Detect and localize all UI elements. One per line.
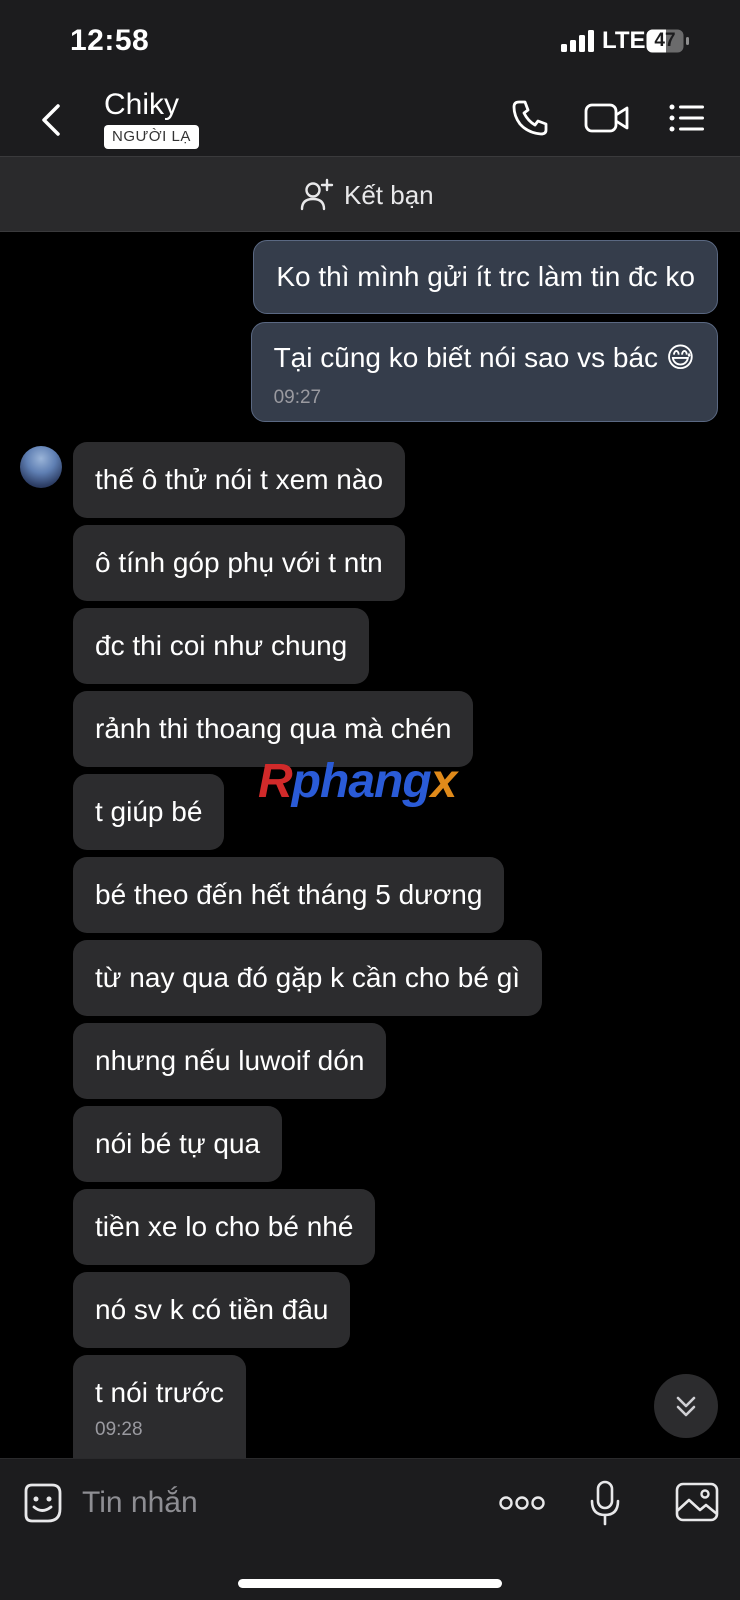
message-text: t giúp bé xyxy=(95,796,203,827)
incoming-message[interactable]: nó sv k có tiền đâu xyxy=(73,1272,351,1348)
chevron-left-icon[interactable] xyxy=(36,100,66,140)
scroll-to-bottom-button[interactable] xyxy=(654,1374,718,1438)
add-friend-bar[interactable]: Kết bạn xyxy=(0,156,740,232)
stranger-badge: NGƯỜI LẠ xyxy=(104,125,199,149)
message-text: đc thi coi như chung xyxy=(95,630,348,661)
message-input-bar: Tin nhắn xyxy=(0,1458,740,1600)
message-text: Ko thì mình gửi ít trc làm tin đc ko xyxy=(276,261,695,292)
message-input[interactable]: Tin nhắn xyxy=(82,1486,198,1520)
incoming-message[interactable]: nói bé tự qua xyxy=(73,1106,283,1182)
incoming-message[interactable]: ô tính góp phụ với t ntn xyxy=(73,525,405,601)
outgoing-message[interactable]: Ko thì mình gửi ít trc làm tin đc ko xyxy=(253,240,718,314)
battery-icon: 47 xyxy=(646,29,690,53)
message-text: từ nay qua đó gặp k cần cho bé gì xyxy=(95,962,521,993)
message-text: bé theo đến hết tháng 5 dương xyxy=(95,879,483,910)
message-text: ô tính góp phụ với t ntn xyxy=(95,547,383,578)
message-text: rảnh thi thoang qua mà chén xyxy=(95,713,452,744)
message-text: thế ô thử nói t xem nào xyxy=(95,464,384,495)
incoming-message[interactable]: từ nay qua đó gặp k cần cho bé gì xyxy=(73,940,543,1016)
incoming-message[interactable]: nhưng nếu luwoif dón xyxy=(73,1023,387,1099)
network-type: LTE xyxy=(602,27,646,54)
microphone-icon[interactable] xyxy=(589,1479,621,1527)
phone-icon[interactable] xyxy=(510,98,550,138)
watermark-logo: Rphangx xyxy=(258,755,457,808)
chat-header: Chiky NGƯỜI LẠ xyxy=(0,84,740,156)
message-text: nhưng nếu luwoif dón xyxy=(95,1045,365,1076)
incoming-message[interactable]: đc thi coi như chung xyxy=(73,608,370,684)
message-text: Tại cũng ko biết nói sao vs bác 😅 xyxy=(273,342,695,373)
incoming-message[interactable]: t nói trước 09:28 xyxy=(73,1355,246,1458)
list-menu-icon[interactable] xyxy=(668,98,706,138)
video-camera-icon[interactable] xyxy=(584,98,630,138)
sticker-icon[interactable] xyxy=(20,1481,64,1525)
contact-name[interactable]: Chiky xyxy=(104,88,179,122)
add-friend-label: Kết bạn xyxy=(344,179,434,210)
status-bar: 12:58 LTE 47 xyxy=(0,0,740,84)
battery-level: 47 xyxy=(654,30,676,51)
incoming-message[interactable]: t giúp bé xyxy=(73,774,225,850)
image-icon[interactable] xyxy=(674,1481,720,1523)
clock: 12:58 xyxy=(70,24,150,57)
message-time: 09:28 xyxy=(95,1419,143,1440)
message-list[interactable]: Ko thì mình gửi ít trc làm tin đc ko Tại… xyxy=(0,232,740,1458)
more-dots-icon[interactable] xyxy=(498,1489,546,1517)
avatar[interactable] xyxy=(20,446,62,488)
incoming-message[interactable]: bé theo đến hết tháng 5 dương xyxy=(73,857,505,933)
incoming-message[interactable]: tiền xe lo cho bé nhé xyxy=(73,1189,376,1265)
message-time: 09:27 xyxy=(273,387,322,408)
double-chevron-down-icon xyxy=(676,1396,696,1417)
outgoing-message[interactable]: Tại cũng ko biết nói sao vs bác 😅 09:27 … xyxy=(250,322,718,422)
message-text: nó sv k có tiền đâu xyxy=(95,1294,329,1325)
message-text: nói bé tự qua xyxy=(95,1128,261,1159)
incoming-message[interactable]: thế ô thử nói t xem nào xyxy=(73,442,406,518)
add-friend-button[interactable]: Kết bạn xyxy=(300,177,434,213)
signal-icon xyxy=(561,30,594,52)
message-text: tiền xe lo cho bé nhé xyxy=(95,1211,354,1242)
home-indicator xyxy=(238,1579,502,1588)
add-user-icon xyxy=(300,178,334,211)
